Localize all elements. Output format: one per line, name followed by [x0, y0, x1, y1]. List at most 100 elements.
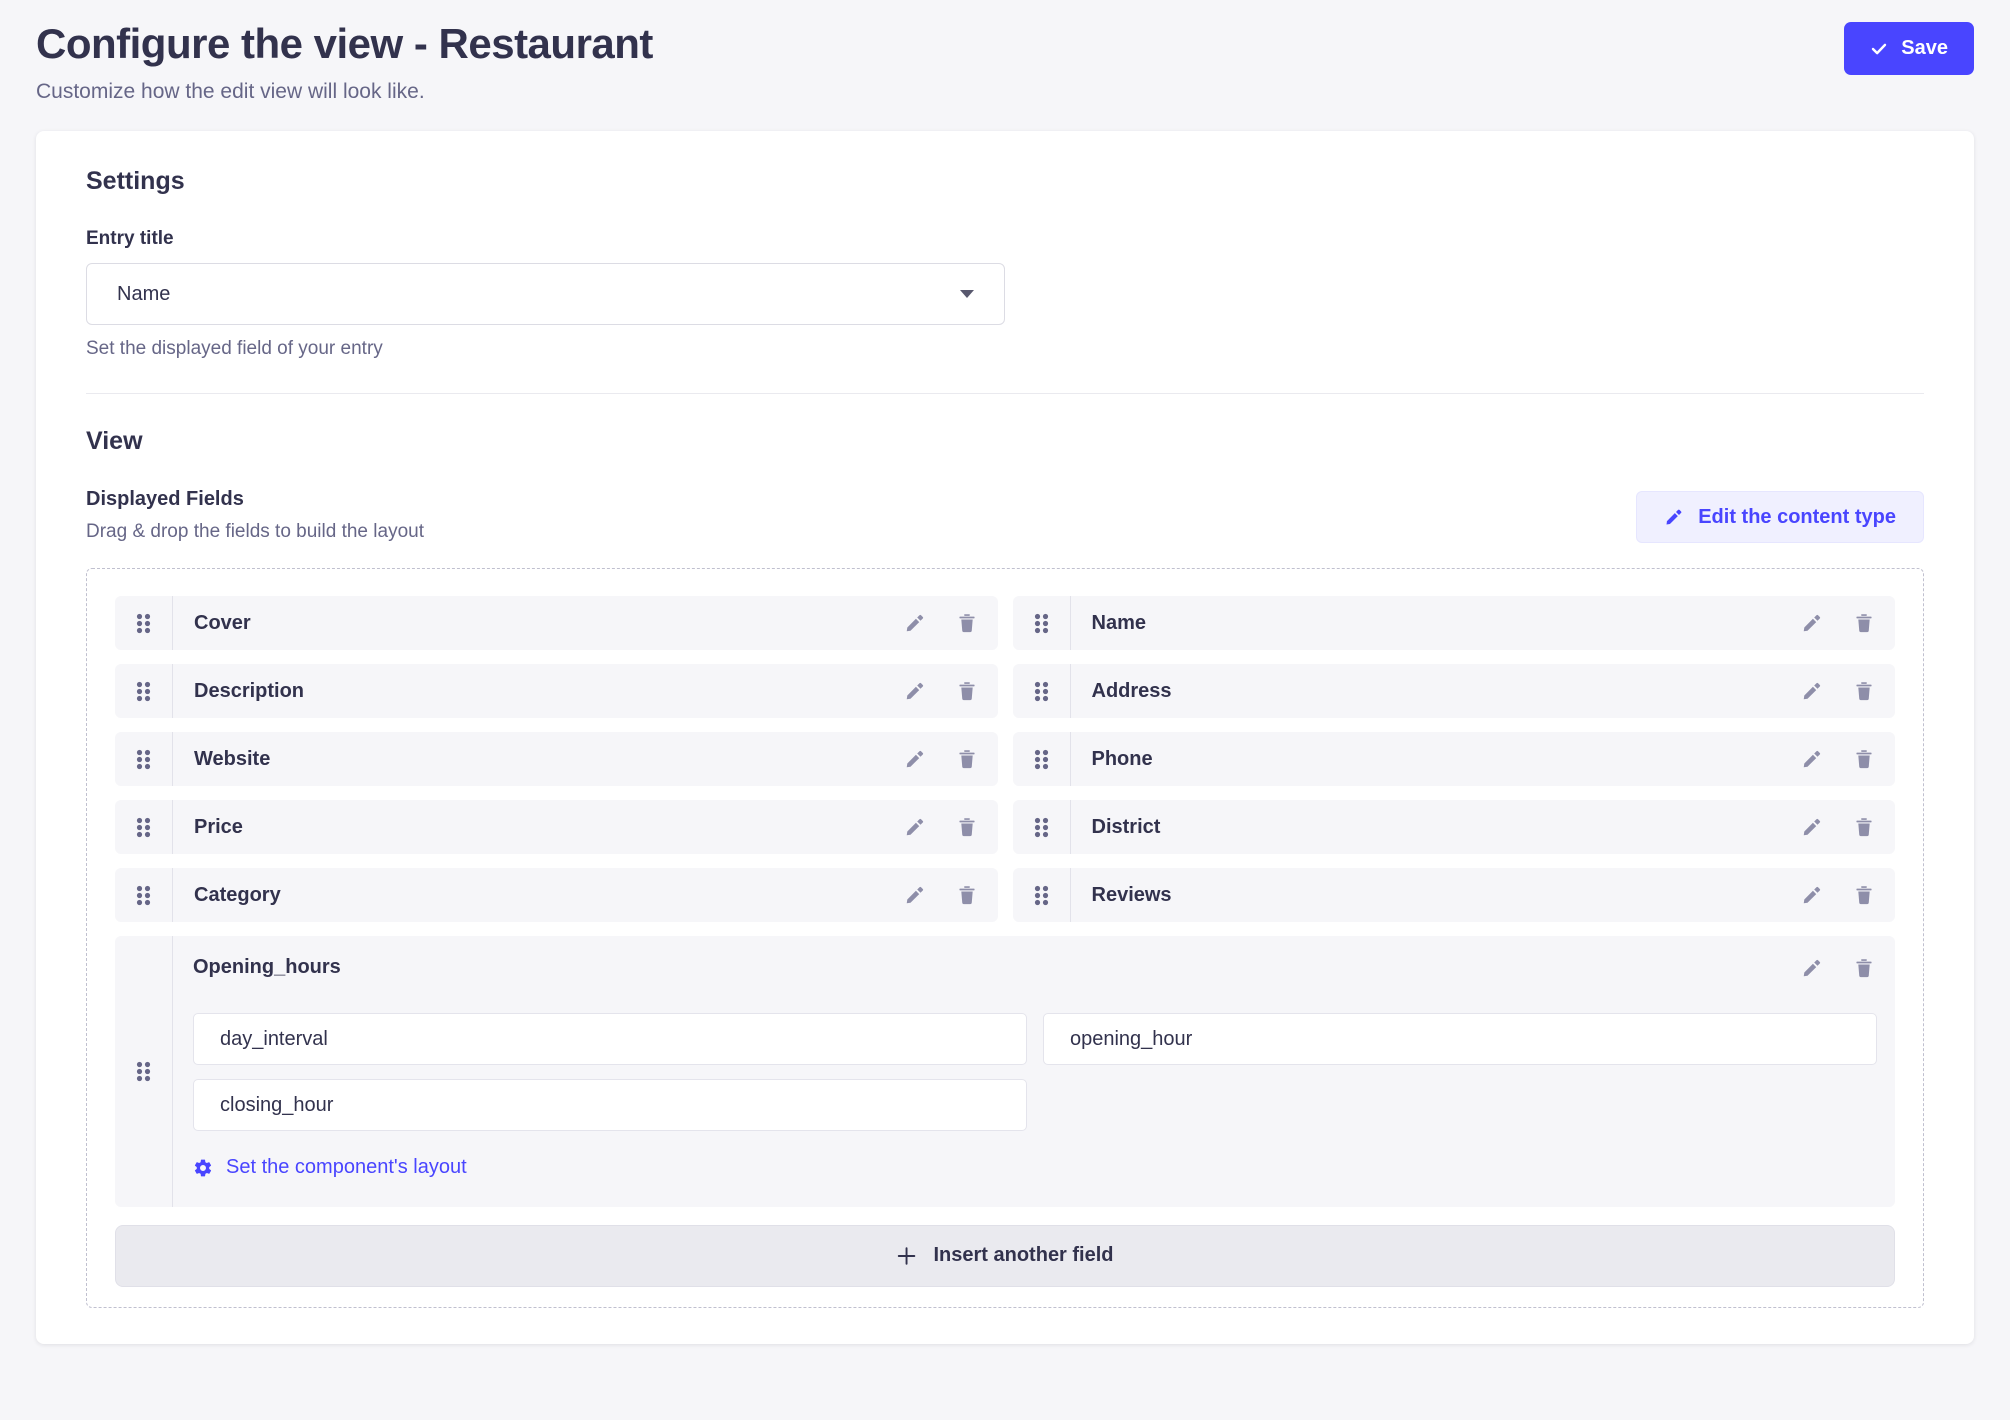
drag-handle-icon	[1033, 885, 1050, 906]
fields-grid: Cover Name	[115, 596, 1895, 1207]
configure-view-page: Configure the view - Restaurant Customiz…	[0, 0, 2010, 1420]
trash-icon	[1853, 826, 1875, 841]
plus-icon	[896, 1245, 918, 1267]
drag-handle[interactable]	[115, 800, 173, 854]
field-row-label: Phone	[1092, 748, 1802, 771]
entry-title-label: Entry title	[86, 228, 1924, 250]
drag-handle[interactable]	[115, 596, 173, 650]
trash-icon	[956, 622, 978, 637]
drag-handle-icon	[1033, 817, 1050, 838]
edit-field-button[interactable]	[1801, 680, 1823, 702]
edit-field-button[interactable]	[1801, 816, 1823, 838]
edit-field-button[interactable]	[1801, 612, 1823, 634]
field-row-price[interactable]: Price	[115, 800, 998, 854]
field-row-actions	[904, 680, 978, 702]
delete-field-button[interactable]	[1853, 680, 1875, 702]
edit-field-button[interactable]	[904, 680, 926, 702]
field-row-label: Address	[1092, 680, 1802, 703]
trash-icon	[1853, 894, 1875, 909]
edit-field-button[interactable]	[1801, 957, 1823, 979]
drag-handle[interactable]	[115, 936, 173, 1207]
drag-handle-icon	[135, 681, 152, 702]
settings-heading: Settings	[86, 167, 1924, 196]
delete-field-button[interactable]	[1853, 957, 1875, 979]
delete-field-button[interactable]	[1853, 884, 1875, 906]
chevron-down-icon	[960, 290, 974, 298]
drag-handle-icon	[135, 749, 152, 770]
edit-field-button[interactable]	[904, 612, 926, 634]
pencil-icon	[1801, 967, 1823, 982]
subfield-closing-hour[interactable]: closing_hour	[193, 1079, 1027, 1131]
pencil-icon	[1801, 894, 1823, 909]
field-row-actions	[904, 816, 978, 838]
field-row-reviews[interactable]: Reviews	[1013, 868, 1896, 922]
delete-field-button[interactable]	[1853, 816, 1875, 838]
field-row-description[interactable]: Description	[115, 664, 998, 718]
delete-field-button[interactable]	[1853, 748, 1875, 770]
edit-content-type-button[interactable]: Edit the content type	[1636, 491, 1924, 543]
delete-field-button[interactable]	[956, 884, 978, 906]
subfield-opening-hour[interactable]: opening_hour	[1043, 1013, 1877, 1065]
drag-handle[interactable]	[1013, 800, 1071, 854]
delete-field-button[interactable]	[1853, 612, 1875, 634]
field-row-actions	[904, 748, 978, 770]
trash-icon	[956, 690, 978, 705]
pencil-icon	[904, 894, 926, 909]
field-row-opening-hours-component[interactable]: Opening_hours day_interval opening_hour …	[115, 936, 1895, 1207]
set-component-layout-link[interactable]: Set the component's layout	[193, 1156, 467, 1179]
drag-handle[interactable]	[115, 732, 173, 786]
drag-handle[interactable]	[115, 664, 173, 718]
save-button[interactable]: Save	[1844, 22, 1974, 75]
entry-title-select[interactable]: Name	[86, 263, 1005, 325]
field-row-cover[interactable]: Cover	[115, 596, 998, 650]
field-row-actions	[904, 884, 978, 906]
entry-title-select-value: Name	[117, 283, 170, 306]
pencil-icon	[904, 690, 926, 705]
fields-layout-container: Cover Name	[86, 568, 1924, 1308]
trash-icon	[956, 758, 978, 773]
edit-field-button[interactable]	[904, 748, 926, 770]
field-row-name[interactable]: Name	[1013, 596, 1896, 650]
field-row-phone[interactable]: Phone	[1013, 732, 1896, 786]
entry-title-hint: Set the displayed field of your entry	[86, 338, 1924, 360]
edit-field-button[interactable]	[1801, 748, 1823, 770]
drag-handle[interactable]	[1013, 868, 1071, 922]
field-row-actions	[904, 612, 978, 634]
delete-field-button[interactable]	[956, 748, 978, 770]
drag-handle-icon	[1033, 613, 1050, 634]
page-subtitle: Customize how the edit view will look li…	[36, 80, 653, 104]
delete-field-button[interactable]	[956, 816, 978, 838]
delete-field-button[interactable]	[956, 612, 978, 634]
insert-another-field-button[interactable]: Insert another field	[115, 1225, 1895, 1287]
gear-icon	[193, 1158, 213, 1178]
field-row-label: Price	[194, 816, 904, 839]
drag-handle[interactable]	[115, 868, 173, 922]
delete-field-button[interactable]	[956, 680, 978, 702]
pencil-icon	[904, 826, 926, 841]
field-row-district[interactable]: District	[1013, 800, 1896, 854]
trash-icon	[956, 826, 978, 841]
drag-handle[interactable]	[1013, 596, 1071, 650]
field-row-website[interactable]: Website	[115, 732, 998, 786]
drag-handle-icon	[135, 613, 152, 634]
subfield-day-interval[interactable]: day_interval	[193, 1013, 1027, 1065]
settings-card: Settings Entry title Name Set the displa…	[36, 131, 1974, 1344]
edit-field-button[interactable]	[1801, 884, 1823, 906]
displayed-fields-text: Displayed Fields Drag & drop the fields …	[86, 488, 424, 543]
field-row-actions	[1801, 680, 1875, 702]
save-button-label: Save	[1901, 37, 1948, 60]
field-row-category[interactable]: Category	[115, 868, 998, 922]
field-row-label: Name	[1092, 612, 1802, 635]
field-row-address[interactable]: Address	[1013, 664, 1896, 718]
drag-handle-icon	[1033, 749, 1050, 770]
component-header: Opening_hours	[193, 956, 1877, 979]
edit-field-button[interactable]	[904, 884, 926, 906]
drag-handle-icon	[135, 1061, 152, 1082]
drag-handle[interactable]	[1013, 664, 1071, 718]
edit-field-button[interactable]	[904, 816, 926, 838]
pencil-icon	[1664, 507, 1684, 527]
field-row-label: District	[1092, 816, 1802, 839]
page-title: Configure the view - Restaurant	[36, 20, 653, 68]
section-divider	[86, 393, 1924, 394]
drag-handle[interactable]	[1013, 732, 1071, 786]
